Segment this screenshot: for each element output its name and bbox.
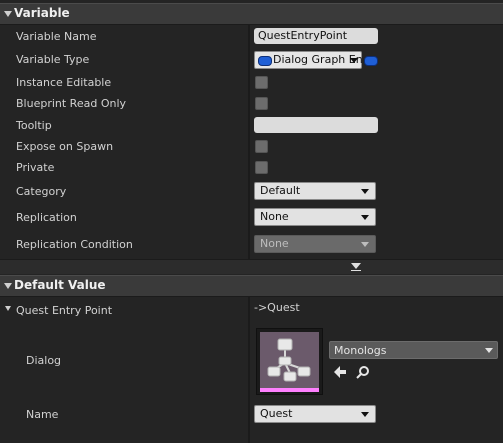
chevron-down-icon (361, 242, 369, 247)
variable-type-label: Variable Type (16, 53, 90, 66)
variable-section-header[interactable]: Variable (0, 3, 503, 25)
row-tooltip: Tooltip (0, 116, 503, 134)
replication-dropdown[interactable]: None (254, 208, 376, 226)
row-quest-entry-point: Quest Entry Point ->Quest (0, 300, 503, 320)
variable-name-label: Variable Name (16, 30, 97, 43)
replication-value: None (260, 210, 289, 223)
tooltip-label: Tooltip (16, 119, 52, 132)
collapse-triangle-icon[interactable] (4, 11, 12, 17)
instance-editable-label: Instance Editable (16, 76, 112, 89)
struct-pin-icon (258, 56, 272, 66)
expose-on-spawn-checkbox[interactable] (255, 140, 268, 153)
row-instance-editable: Instance Editable (0, 73, 503, 91)
expose-on-spawn-label: Expose on Spawn (16, 140, 114, 153)
row-name: Name Quest (0, 404, 503, 424)
row-expose-on-spawn: Expose on Spawn (0, 137, 503, 155)
chevron-down-icon (350, 58, 358, 63)
dialog-asset-name: Monologs (334, 344, 387, 357)
name-label: Name (26, 408, 59, 421)
replication-label: Replication (16, 211, 77, 224)
dialog-asset-thumbnail[interactable] (256, 328, 323, 395)
replication-condition-label: Replication Condition (16, 238, 133, 251)
replication-condition-dropdown: None (254, 235, 376, 253)
category-combo[interactable]: Default (254, 182, 376, 200)
chevron-down-icon (485, 348, 493, 353)
expand-arrow-icon (351, 263, 361, 269)
default-value-section-title: Default Value (14, 278, 106, 292)
quest-entry-point-label: Quest Entry Point (16, 304, 113, 317)
blueprint-read-only-checkbox[interactable] (255, 97, 268, 110)
row-private: Private (0, 158, 503, 176)
chevron-down-icon (361, 215, 369, 220)
use-selected-arrow-icon[interactable] (333, 365, 347, 379)
variable-type-dropdown[interactable]: Dialog Graph En (254, 51, 363, 69)
row-variable-name: Variable Name QuestEntryPoint (0, 27, 503, 45)
dialog-asset-picker[interactable]: Monologs (329, 341, 498, 359)
row-replication-condition: Replication Condition None (0, 234, 503, 254)
chevron-down-icon (361, 189, 369, 194)
variable-name-input[interactable]: QuestEntryPoint (254, 28, 378, 44)
asset-type-color-strip (260, 388, 319, 392)
name-value: Quest (260, 407, 293, 420)
row-dialog: Dialog Monologs (0, 326, 503, 396)
dialog-label: Dialog (26, 354, 62, 367)
name-dropdown[interactable]: Quest (254, 405, 376, 423)
struct-expand-triangle-icon[interactable] (5, 306, 11, 311)
chevron-down-icon (361, 412, 369, 417)
category-value: Default (260, 184, 301, 197)
default-value-section-header[interactable]: Default Value (0, 275, 503, 297)
container-type-pin-icon[interactable] (364, 56, 378, 66)
browse-search-icon[interactable] (356, 365, 370, 379)
variable-section-title: Variable (14, 6, 70, 20)
category-label: Category (16, 185, 67, 198)
row-variable-type: Variable Type Dialog Graph En (0, 50, 503, 70)
private-checkbox[interactable] (255, 161, 268, 174)
row-blueprint-read-only: Blueprint Read Only (0, 94, 503, 112)
collapse-triangle-icon[interactable] (4, 283, 12, 289)
tooltip-input[interactable] (254, 117, 378, 133)
blueprint-read-only-label: Blueprint Read Only (16, 97, 127, 110)
row-replication: Replication None (0, 207, 503, 227)
dialog-graph-icon (267, 338, 311, 382)
instance-editable-checkbox[interactable] (255, 76, 268, 89)
replication-condition-value: None (260, 237, 289, 250)
quest-entry-point-value: ->Quest (254, 301, 300, 314)
row-category: Category Default (0, 181, 503, 201)
advanced-properties-expander[interactable] (0, 259, 503, 274)
private-label: Private (16, 161, 55, 174)
expand-arrow-underline (351, 270, 361, 271)
